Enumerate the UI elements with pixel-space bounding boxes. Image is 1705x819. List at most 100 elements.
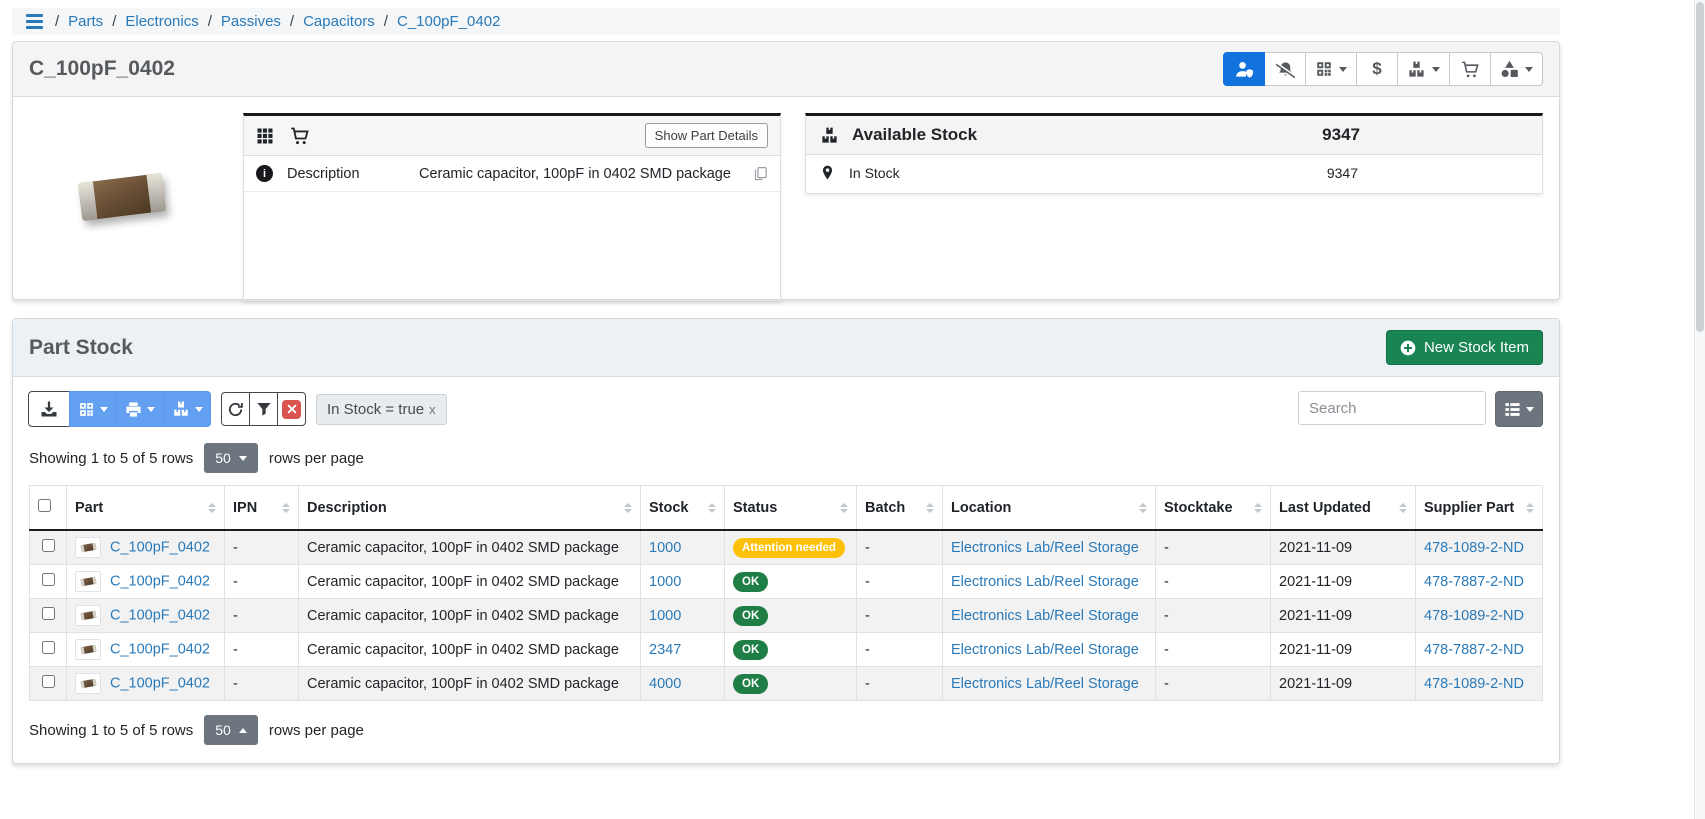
location-link[interactable]: Electronics Lab/Reel Storage xyxy=(951,676,1139,692)
stock-link[interactable]: 2347 xyxy=(649,642,681,658)
breadcrumb-link-current-part[interactable]: C_100pF_0402 xyxy=(397,13,500,30)
ipn-cell: - xyxy=(225,530,299,565)
barcode-options-button[interactable] xyxy=(69,391,117,427)
new-stock-item-button[interactable]: New Stock Item xyxy=(1386,330,1543,365)
column-header-stocktake[interactable]: Stocktake xyxy=(1156,486,1271,531)
column-header-status[interactable]: Status xyxy=(725,486,857,531)
column-header-part[interactable]: Part xyxy=(67,486,225,531)
stock-actions-button[interactable] xyxy=(1397,52,1450,86)
page-size-dropdown[interactable]: 50 xyxy=(204,715,258,745)
table-view-button[interactable] xyxy=(1495,391,1543,427)
row-checkbox[interactable] xyxy=(42,573,55,586)
barcode-actions-button[interactable] xyxy=(1305,52,1357,86)
breadcrumb-link-passives[interactable]: Passives xyxy=(221,13,281,30)
refresh-button[interactable] xyxy=(221,392,250,426)
supplier-part-link[interactable]: 478-1089-2-ND xyxy=(1424,608,1524,624)
row-checkbox[interactable] xyxy=(42,641,55,654)
qrcode-icon xyxy=(78,401,95,418)
stocktake-cell: - xyxy=(1156,530,1271,565)
location-link[interactable]: Electronics Lab/Reel Storage xyxy=(951,642,1139,658)
breadcrumb-link-parts[interactable]: Parts xyxy=(68,13,103,30)
column-header-supplier-part[interactable]: Supplier Part xyxy=(1416,486,1543,531)
column-header-ipn[interactable]: IPN xyxy=(225,486,299,531)
sort-icon xyxy=(700,503,716,513)
row-checkbox[interactable] xyxy=(42,539,55,552)
supplier-part-link[interactable]: 478-1089-2-ND xyxy=(1424,540,1524,556)
scrollbar-thumb[interactable] xyxy=(1696,2,1704,332)
part-cell: C_100pF_0402 xyxy=(67,599,225,633)
row-checkbox[interactable] xyxy=(42,607,55,620)
part-thumbnail[interactable] xyxy=(75,537,101,558)
order-part-button[interactable] xyxy=(1449,52,1491,86)
map-pin-icon xyxy=(820,164,835,181)
part-thumbnail[interactable] xyxy=(75,673,101,694)
scrollbar[interactable] xyxy=(1694,0,1705,819)
subscribe-button[interactable] xyxy=(1223,52,1265,86)
part-thumbnail[interactable] xyxy=(75,571,101,592)
supplier-part-link[interactable]: 478-7887-2-ND xyxy=(1424,574,1524,590)
part-link[interactable]: C_100pF_0402 xyxy=(110,539,210,555)
remove-filter-x[interactable]: x xyxy=(429,402,436,417)
breadcrumb-link-capacitors[interactable]: Capacitors xyxy=(303,13,375,30)
filter-chip-in-stock[interactable]: In Stock = true x xyxy=(316,394,447,425)
cart-icon xyxy=(1461,60,1480,79)
boxes-icon xyxy=(1407,60,1426,79)
location-link[interactable]: Electronics Lab/Reel Storage xyxy=(951,608,1139,624)
part-options-button[interactable] xyxy=(1490,52,1543,86)
breadcrumb-link-electronics[interactable]: Electronics xyxy=(125,13,198,30)
supplier-part-link[interactable]: 478-1089-2-ND xyxy=(1424,676,1524,692)
stock-cell: 4000 xyxy=(641,667,725,701)
printer-icon xyxy=(125,401,142,418)
supplier-part-link[interactable]: 478-7887-2-ND xyxy=(1424,642,1524,658)
page: / Parts / Electronics / Passives / Capac… xyxy=(0,0,1705,819)
stock-link[interactable]: 1000 xyxy=(649,574,681,590)
part-link[interactable]: C_100pF_0402 xyxy=(110,573,210,589)
location-cell: Electronics Lab/Reel Storage xyxy=(943,530,1156,565)
copy-icon[interactable] xyxy=(753,166,768,181)
show-part-details-button[interactable]: Show Part Details xyxy=(645,123,768,148)
page-size-dropdown[interactable]: 50 xyxy=(204,443,258,473)
part-link[interactable]: C_100pF_0402 xyxy=(110,675,210,691)
column-header-last-updated[interactable]: Last Updated xyxy=(1271,486,1416,531)
menu-icon[interactable] xyxy=(26,14,43,29)
filter-button[interactable] xyxy=(249,392,278,426)
part-link[interactable]: C_100pF_0402 xyxy=(110,607,210,623)
location-link[interactable]: Electronics Lab/Reel Storage xyxy=(951,540,1139,556)
page-title: C_100pF_0402 xyxy=(29,57,175,81)
stock-table-body: C_100pF_0402 - Ceramic capacitor, 100pF … xyxy=(30,530,1543,701)
part-thumbnail[interactable] xyxy=(75,639,101,660)
part-link[interactable]: C_100pF_0402 xyxy=(110,641,210,657)
part-image[interactable] xyxy=(29,113,219,283)
part-thumbnail[interactable] xyxy=(75,605,101,626)
stock-options-button[interactable] xyxy=(163,391,211,427)
unsubscribe-button[interactable] xyxy=(1264,52,1306,86)
stock-link[interactable]: 1000 xyxy=(649,608,681,624)
search-input[interactable] xyxy=(1298,391,1486,425)
pagination-bottom: Showing 1 to 5 of 5 rows 50 rows per pag… xyxy=(29,715,1543,745)
print-actions-button[interactable] xyxy=(116,391,164,427)
stock-link[interactable]: 4000 xyxy=(649,676,681,692)
row-select-cell xyxy=(30,530,67,565)
capacitor-thumb-image xyxy=(80,645,96,654)
row-checkbox[interactable] xyxy=(42,675,55,688)
clear-filters-button[interactable] xyxy=(277,392,306,426)
status-cell: OK xyxy=(725,599,857,633)
last-updated-cell: 2021-11-09 xyxy=(1271,599,1416,633)
location-link[interactable]: Electronics Lab/Reel Storage xyxy=(951,574,1139,590)
table-row: C_100pF_0402 - Ceramic capacitor, 100pF … xyxy=(30,565,1543,599)
stocktake-cell: - xyxy=(1156,565,1271,599)
sort-icon xyxy=(1391,503,1407,513)
pricing-button[interactable]: $ xyxy=(1356,52,1398,86)
stock-link[interactable]: 1000 xyxy=(649,540,681,556)
rows-per-page-text: rows per page xyxy=(269,450,364,467)
select-all-checkbox[interactable] xyxy=(38,499,51,512)
column-header-batch[interactable]: Batch xyxy=(857,486,943,531)
breadcrumb: / Parts / Electronics / Passives / Capac… xyxy=(12,8,1560,35)
column-header-description[interactable]: Description xyxy=(299,486,641,531)
column-header-location[interactable]: Location xyxy=(943,486,1156,531)
export-button[interactable] xyxy=(28,391,70,427)
table-row: C_100pF_0402 - Ceramic capacitor, 100pF … xyxy=(30,599,1543,633)
column-header-stock[interactable]: Stock xyxy=(641,486,725,531)
chevron-down-icon xyxy=(100,407,108,412)
part-stock-title: Part Stock xyxy=(29,336,133,360)
